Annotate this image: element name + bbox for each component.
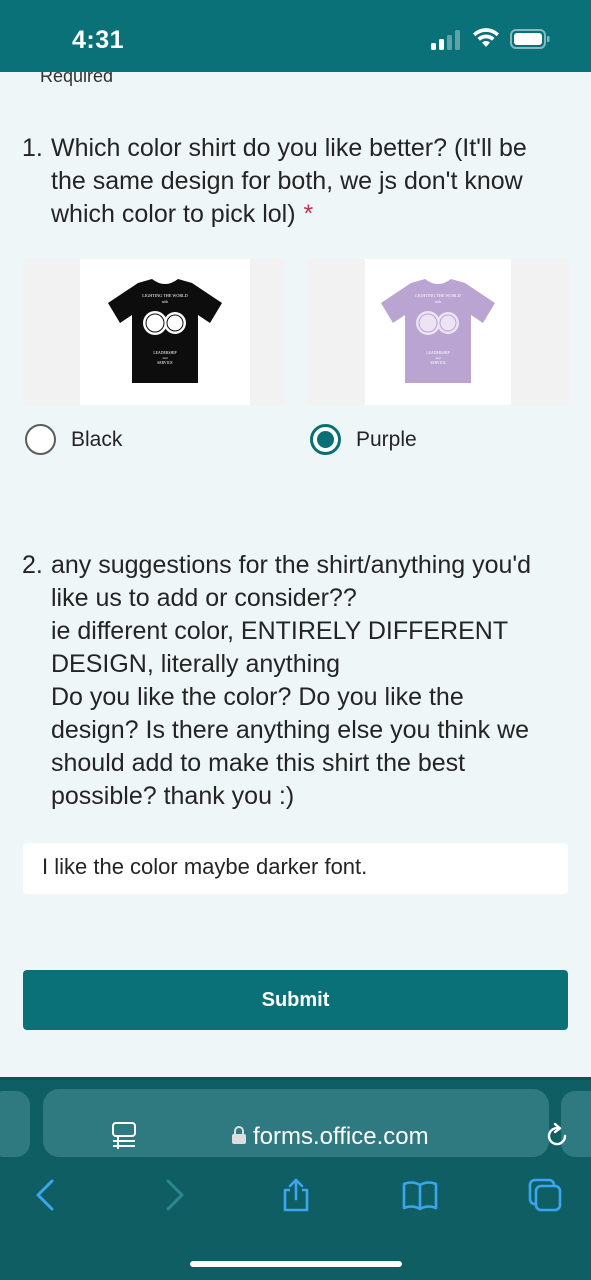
question-2-line: DESIGN, literally anything <box>51 650 341 678</box>
share-icon[interactable] <box>278 1177 314 1213</box>
black-shirt-text: with <box>162 300 169 304</box>
question-2-line: design? Is there anything else you think… <box>51 716 530 744</box>
forward-icon[interactable] <box>156 1177 192 1213</box>
purple-shirt-graphic: LIGHTING THE WORLD with LEADERSHIP and S… <box>381 279 495 383</box>
required-asterisk: * <box>303 200 314 228</box>
reader-mode-icon[interactable] <box>111 1121 137 1151</box>
radio-purple[interactable] <box>310 424 341 455</box>
option-black[interactable]: Black <box>25 424 122 455</box>
black-shirt-text: LEADERSHIP <box>153 351 176 355</box>
signal-icon <box>431 30 461 50</box>
question-2-line: ie different color, ENTIRELY DIFFERENT <box>51 617 509 645</box>
question-2-text: any suggestions for the shirt/anything y… <box>51 549 531 813</box>
tabs-icon[interactable] <box>527 1177 563 1213</box>
status-bar: 4:31 <box>0 0 591 72</box>
question-2-line: possible? thank you :) <box>51 782 295 810</box>
answer-input[interactable]: I like the color maybe darker font. <box>23 843 568 894</box>
question-2-line: Do you like the color? Do you like the <box>51 683 464 711</box>
reload-icon[interactable] <box>543 1122 571 1150</box>
black-shirt-image-cell[interactable]: LIGHTING THE WORLD with LEADERSHIP and S… <box>23 259 284 405</box>
black-shirt-text: SERVICE <box>157 361 173 365</box>
question-1-line: Which color shirt do you like better? (I… <box>51 134 527 162</box>
question-2-number: 2. <box>22 551 43 579</box>
question-1-text: Which color shirt do you like better? (I… <box>51 132 527 231</box>
toolbar-divider <box>0 1077 591 1080</box>
submit-button[interactable]: Submit <box>23 970 568 1030</box>
question-1-line-text: which color to pick lol) <box>51 200 296 228</box>
option-purple[interactable]: Purple <box>310 424 417 455</box>
url-text[interactable]: forms.office.com <box>253 1123 429 1151</box>
purple-shirt-text: LEADERSHIP <box>426 351 449 355</box>
back-icon[interactable] <box>28 1177 64 1213</box>
previous-tab-preview[interactable] <box>0 1091 30 1157</box>
bookmarks-icon[interactable] <box>402 1177 438 1213</box>
required-note-asterisk: * <box>22 72 29 81</box>
purple-shirt-text: and <box>436 356 441 360</box>
question-1-line: the same design for both, we js don't kn… <box>51 167 523 195</box>
black-shirt-image: LIGHTING THE WORLD with LEADERSHIP and S… <box>80 259 250 405</box>
question-2-line: should add to make this shirt the best <box>51 749 466 777</box>
purple-shirt-image: LIGHTING THE WORLD with LEADERSHIP and S… <box>365 259 511 405</box>
option-purple-label: Purple <box>356 427 417 451</box>
purple-shirt-text: SERVICE <box>430 361 446 365</box>
purple-shirt-image-cell[interactable]: LIGHTING THE WORLD with LEADERSHIP and S… <box>308 259 569 405</box>
required-note: * Required <box>22 72 114 87</box>
lock-icon <box>232 1126 246 1144</box>
status-time: 4:31 <box>72 26 125 54</box>
form-body: * Required 1. Which color shirt do you l… <box>0 72 591 1077</box>
black-shirt-graphic: LIGHTING THE WORLD with LEADERSHIP and S… <box>108 279 222 383</box>
purple-shirt-text: with <box>435 300 442 304</box>
required-note-text: Required <box>40 72 114 86</box>
question-2-line: any suggestions for the shirt/anything y… <box>51 551 532 579</box>
question-1-number: 1. <box>22 134 43 162</box>
purple-shirt-text: LIGHTING THE WORLD <box>415 293 460 298</box>
wifi-icon <box>473 28 499 47</box>
black-shirt-text: LIGHTING THE WORLD <box>142 293 187 298</box>
option-black-label: Black <box>71 427 123 451</box>
home-indicator[interactable] <box>190 1261 402 1267</box>
question-2-line: like us to add or consider?? <box>51 584 357 612</box>
radio-black[interactable] <box>25 424 56 455</box>
black-shirt-text: and <box>163 356 168 360</box>
address-bar[interactable]: forms.office.com <box>43 1089 567 1157</box>
battery-icon <box>510 29 550 49</box>
question-1-line: which color to pick lol) * <box>51 198 527 231</box>
browser-toolbar: forms.office.com <box>0 1077 591 1280</box>
